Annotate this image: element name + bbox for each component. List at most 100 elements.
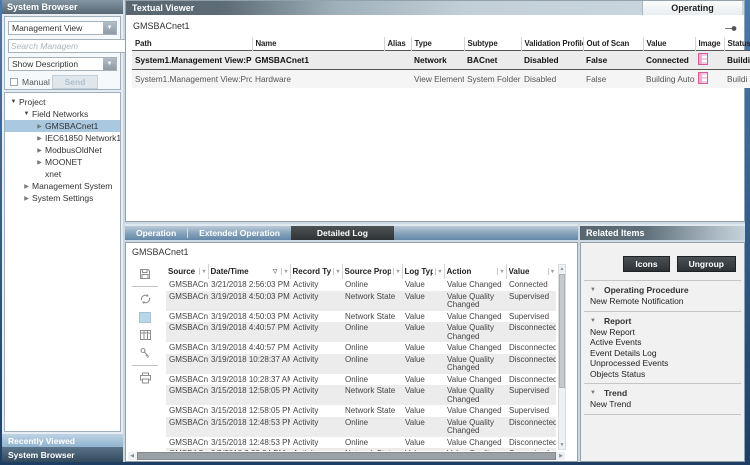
column-header-status[interactable]: Status — [724, 37, 750, 51]
column-header-image[interactable]: Image — [695, 37, 724, 51]
icons-button[interactable]: Icons — [623, 256, 669, 272]
log-row[interactable]: GMSBACnet13/15/2018 12:58:05 PMActivityN… — [166, 405, 556, 417]
log-row[interactable]: GMSBACnet13/19/2018 4:50:03 PMActivityNe… — [166, 311, 556, 323]
scroll-right-icon[interactable]: ▶ — [557, 452, 565, 460]
vertical-scroll-thumb[interactable] — [559, 274, 565, 388]
column-header-date-time[interactable]: Date/Time▽▾ — [208, 264, 290, 279]
column-header-action[interactable]: Action▾ — [444, 264, 506, 279]
horizontal-scroll-thumb[interactable] — [137, 452, 556, 460]
related-group-header[interactable]: ▼Trend — [584, 387, 741, 400]
column-header-validation-profile[interactable]: Validation Profile — [521, 37, 583, 51]
refresh-icon[interactable] — [135, 290, 155, 308]
related-item-active-events[interactable]: Active Events — [584, 338, 741, 349]
column-header-name[interactable]: Name — [252, 37, 384, 51]
filter-icon[interactable]: ▾ — [548, 268, 554, 275]
cell-source: GMSBACnet1 — [166, 385, 208, 405]
collapsed-arrow-icon[interactable]: ▶ — [34, 159, 45, 166]
scroll-left-icon[interactable]: ◀ — [128, 452, 136, 460]
tree-item-field-networks[interactable]: ▼Field Networks — [5, 108, 120, 120]
ungroup-button[interactable]: Ungroup — [677, 256, 736, 272]
pin-icon[interactable] — [725, 25, 737, 32]
filter-icon[interactable]: ▾ — [281, 268, 287, 275]
description-mode-dropdown[interactable]: Show Description ▼ — [8, 57, 117, 71]
manual-checkbox[interactable] — [10, 78, 18, 86]
scroll-up-icon[interactable]: ▲ — [559, 265, 565, 273]
cell-source_property: Network State — [342, 311, 402, 323]
recently-viewed-bar[interactable]: Recently Viewed — [2, 434, 123, 447]
log-vertical-scrollbar[interactable]: ▲ ▼ — [558, 264, 566, 450]
detail-object-label: GMSBACnet1 — [126, 243, 577, 257]
column-header-subtype[interactable]: Subtype — [464, 37, 521, 51]
column-header-value[interactable]: Value▾ — [506, 264, 556, 279]
key-filter-icon[interactable] — [135, 344, 155, 362]
collapsed-arrow-icon[interactable]: ▶ — [34, 147, 45, 154]
tab-detailed-log[interactable]: Detailed Log — [291, 226, 394, 240]
tree-item-moonet[interactable]: ▶MOONET — [5, 156, 120, 168]
tree-item-gmsbacnet1[interactable]: ▶GMSBACnet1 — [5, 120, 120, 132]
tree-item-management-system[interactable]: ▶Management System — [5, 180, 120, 192]
tree-item-xnet[interactable]: xnet — [5, 168, 120, 180]
tree-item-iec61850-network1[interactable]: ▶IEC61850 Network1 — [5, 132, 120, 144]
cell-value: Building Automat... — [643, 70, 695, 89]
column-header-record-type[interactable]: Record Type▾ — [290, 264, 342, 279]
log-row[interactable]: GMSBACnet13/15/2018 12:48:53 PMActivityO… — [166, 417, 556, 437]
columns-icon[interactable] — [135, 326, 155, 344]
tab-operation[interactable]: Operation — [125, 226, 187, 240]
expanded-arrow-icon[interactable]: ▼ — [8, 99, 19, 105]
filter-icon[interactable]: ▾ — [333, 268, 339, 275]
related-group-header[interactable]: ▼Report — [584, 315, 741, 328]
log-horizontal-scrollbar[interactable]: ◀ ▶ — [128, 452, 565, 460]
log-row[interactable]: GMSBACnet13/15/2018 12:58:05 PMActivityN… — [166, 385, 556, 405]
column-header-source-propert[interactable]: Source Propert▾ — [342, 264, 402, 279]
filter-icon[interactable]: ▾ — [393, 268, 399, 275]
related-group-header[interactable]: ▼Operating Procedure — [584, 284, 741, 297]
tab-extended-operation[interactable]: Extended Operation — [188, 226, 291, 240]
log-row[interactable]: GMSBACnet13/19/2018 4:40:57 PMActivityOn… — [166, 322, 556, 342]
save-icon[interactable] — [135, 265, 155, 283]
operating-tab[interactable]: Operating — [642, 1, 742, 15]
scroll-down-icon[interactable]: ▼ — [559, 441, 565, 449]
column-header-type[interactable]: Type — [411, 37, 464, 51]
log-row[interactable]: GMSBACnet13/19/2018 10:28:37 AMActivityO… — [166, 374, 556, 386]
collapsed-arrow-icon[interactable]: ▶ — [34, 123, 45, 130]
column-header-out-of-scan[interactable]: Out of Scan — [583, 37, 643, 51]
tree-item-modbusoldnet[interactable]: ▶ModbusOldNet — [5, 144, 120, 156]
collapsed-arrow-icon[interactable]: ▶ — [34, 135, 45, 142]
view-mode-dropdown[interactable]: Management View ▼ — [8, 21, 117, 35]
log-row[interactable]: GMSBACnet13/19/2018 4:40:57 PMActivityOn… — [166, 342, 556, 354]
log-row[interactable]: GMSBACnet13/15/2018 12:48:53 PMActivityO… — [166, 437, 556, 449]
column-header-path[interactable]: Path — [132, 37, 252, 51]
tree-item-system-settings[interactable]: ▶System Settings — [5, 192, 120, 204]
log-row[interactable]: GMSBACnet13/19/2018 10:28:37 AMActivityO… — [166, 354, 556, 374]
header-inner: Record Type▾ — [293, 267, 340, 276]
log-row[interactable]: GMSBACnet13/9/2018 2:23:34 PMActivityNet… — [166, 448, 556, 451]
column-header-value[interactable]: Value — [643, 37, 695, 51]
filter-icon[interactable]: ▾ — [497, 268, 503, 275]
send-button[interactable]: Send — [52, 75, 98, 89]
filter-icon[interactable]: ▾ — [435, 268, 441, 275]
filter-icon[interactable]: ▾ — [199, 268, 205, 275]
related-item-new-report[interactable]: New Report — [584, 328, 741, 339]
table-row[interactable]: System1.Management View:Project...GMSBAC… — [132, 51, 750, 70]
tree-item-project[interactable]: ▼Project — [5, 96, 120, 108]
color-swatch-icon[interactable] — [135, 308, 155, 326]
expanded-arrow-icon[interactable]: ▼ — [21, 111, 32, 117]
related-item-unprocessed-events[interactable]: Unprocessed Events — [584, 359, 741, 370]
related-item-objects-status[interactable]: Objects Status — [584, 370, 741, 381]
related-item-new-trend[interactable]: New Trend — [584, 400, 741, 411]
sort-descending-icon[interactable]: ▽ — [273, 268, 278, 275]
system-browser-bar[interactable]: System Browser — [2, 447, 123, 462]
column-header-source-nam[interactable]: Source Nam▾ — [166, 264, 208, 279]
collapsed-arrow-icon[interactable]: ▶ — [21, 183, 32, 190]
related-item-new-remote-notification[interactable]: New Remote Notification — [584, 297, 741, 308]
column-header-alias[interactable]: Alias — [384, 37, 411, 51]
collapsed-arrow-icon[interactable]: ▶ — [21, 195, 32, 202]
log-row[interactable]: GMSBACnet13/19/2018 4:50:03 PMActivityNe… — [166, 291, 556, 311]
print-icon[interactable] — [135, 369, 155, 387]
column-header-log-type[interactable]: Log Type▾ — [402, 264, 444, 279]
cell-value: Supervised — [506, 385, 556, 405]
table-row[interactable]: System1.Management View:Project.F...Hard… — [132, 70, 750, 89]
log-row[interactable]: GMSBACnet13/21/2018 2:56:03 PMActivityOn… — [166, 279, 556, 291]
related-item-event-details-log[interactable]: Event Details Log — [584, 349, 741, 360]
search-input[interactable] — [9, 41, 125, 51]
